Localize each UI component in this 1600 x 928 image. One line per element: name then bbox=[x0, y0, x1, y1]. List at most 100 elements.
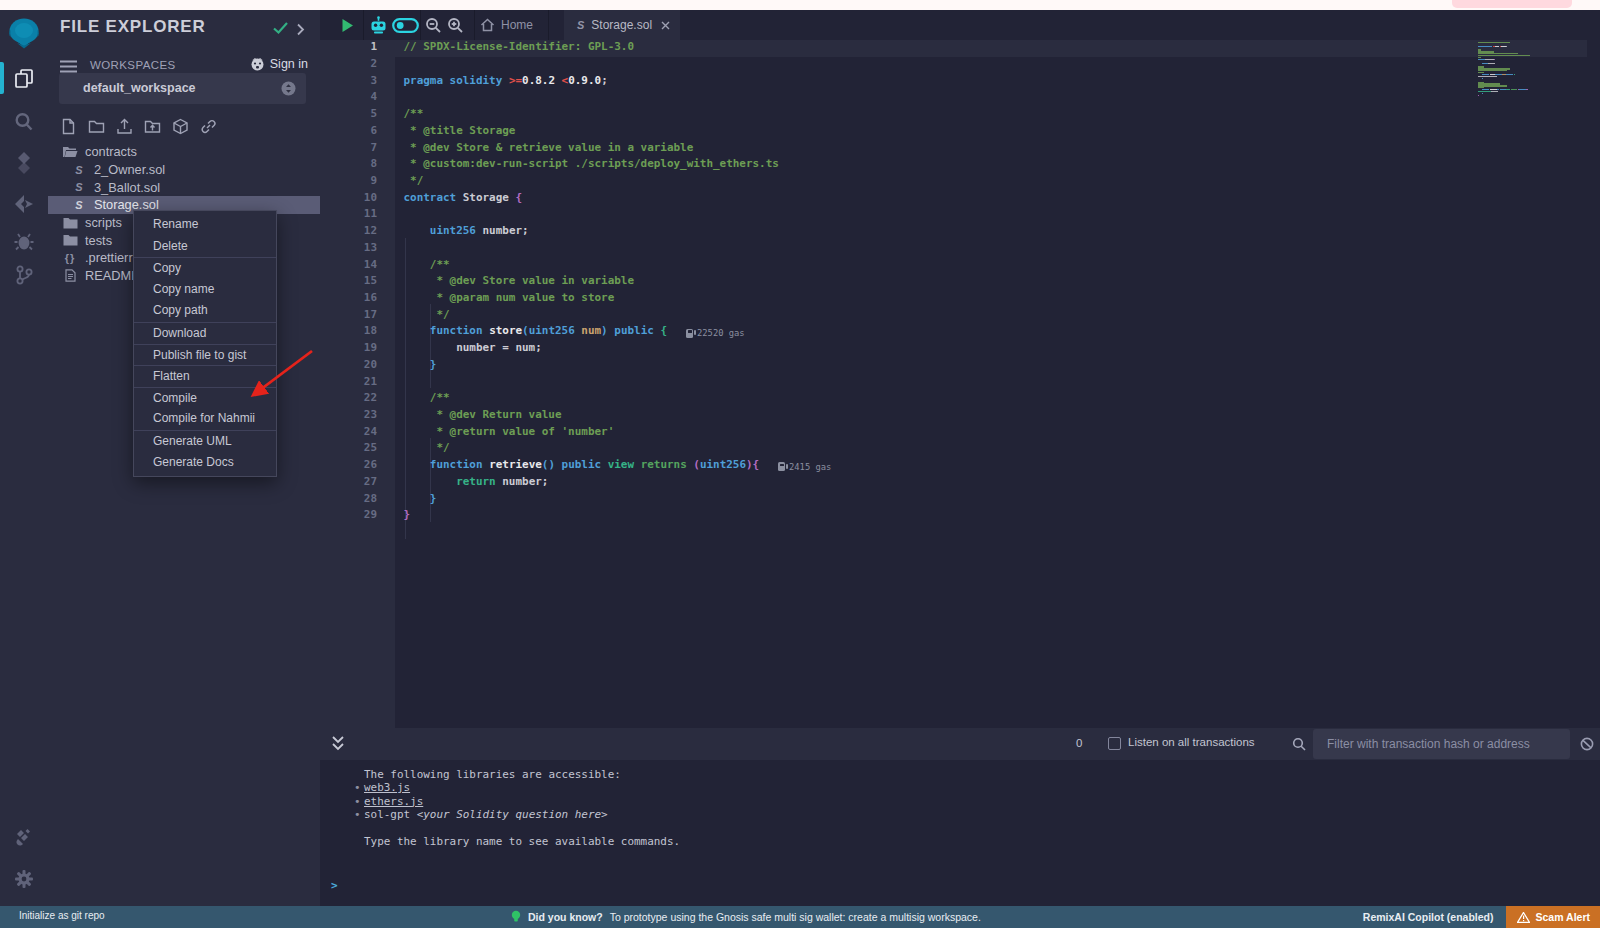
line-number: 2 bbox=[320, 57, 377, 74]
terminal-toolbar: 0 Listen on all transactions bbox=[320, 728, 1600, 760]
run-script-button[interactable] bbox=[341, 18, 354, 37]
code-line-5[interactable]: 5/** bbox=[320, 107, 1600, 124]
editor-minimap[interactable] bbox=[1478, 42, 1542, 97]
menu-item-generate-docs[interactable]: Generate Docs bbox=[134, 452, 276, 474]
tab-home-label: Home bbox=[501, 18, 533, 32]
workspace-selected-value: default_workspace bbox=[83, 81, 196, 95]
new-file-icon[interactable] bbox=[60, 118, 77, 135]
code-editor[interactable]: 1// SPDX-License-Identifier: GPL-3.023pr… bbox=[320, 40, 1600, 728]
tab-close-icon[interactable] bbox=[661, 21, 670, 30]
code-line-27[interactable]: 27 return number; bbox=[320, 475, 1600, 492]
code-line-4[interactable]: 4 bbox=[320, 90, 1600, 107]
browser-top-strip bbox=[0, 0, 1600, 10]
code-line-11[interactable]: 11 bbox=[320, 207, 1600, 224]
code-line-23[interactable]: 23 * @dev Return value bbox=[320, 408, 1600, 425]
link-icon[interactable] bbox=[200, 118, 217, 135]
copilot-toggle[interactable] bbox=[392, 18, 419, 37]
code-line-7[interactable]: 7 * @dev Store & retrieve value in a var… bbox=[320, 141, 1600, 158]
ipfs-box-icon[interactable] bbox=[172, 118, 189, 135]
terminal-line: •sol-gpt <your Solidity question here> bbox=[320, 808, 1600, 821]
code-line-8[interactable]: 8 * @custom:dev-run-script ./scripts/dep… bbox=[320, 157, 1600, 174]
line-number: 9 bbox=[320, 174, 377, 191]
terminal-link-ethers-js[interactable]: ethers.js bbox=[364, 795, 423, 808]
upload-folder-icon[interactable] bbox=[144, 118, 161, 135]
code-line-3[interactable]: 3pragma solidity >=0.8.2 <0.9.0; bbox=[320, 74, 1600, 91]
expand-terminal-icon[interactable] bbox=[330, 735, 346, 757]
zoom-out-icon[interactable] bbox=[425, 17, 442, 38]
listen-checkbox[interactable] bbox=[1108, 737, 1121, 750]
workspaces-label: WORKSPACES bbox=[90, 59, 176, 71]
code-line-13[interactable]: 13 bbox=[320, 241, 1600, 258]
code-line-26[interactable]: 26 function retrieve() public view retur… bbox=[320, 458, 1600, 475]
code-line-9[interactable]: 9 */ bbox=[320, 174, 1600, 191]
code-line-1[interactable]: 1// SPDX-License-Identifier: GPL-3.0 bbox=[320, 40, 1600, 57]
menu-item-delete[interactable]: Delete bbox=[134, 236, 276, 258]
code-line-6[interactable]: 6 * @title Storage bbox=[320, 124, 1600, 141]
code-line-25[interactable]: 25 */ bbox=[320, 441, 1600, 458]
menu-item-copy[interactable]: Copy bbox=[134, 257, 276, 279]
code-line-14[interactable]: 14 /** bbox=[320, 258, 1600, 275]
terminal-link-web3-js[interactable]: web3.js bbox=[364, 781, 410, 794]
debugger-icon[interactable] bbox=[0, 231, 48, 253]
code-line-2[interactable]: 2 bbox=[320, 57, 1600, 74]
status-bar: Initialize as git repo Did you know? To … bbox=[0, 906, 1600, 928]
search-icon[interactable] bbox=[0, 111, 48, 133]
menu-item-generate-uml[interactable]: Generate UML bbox=[134, 430, 276, 452]
git-init-button[interactable]: Initialize as git repo bbox=[19, 910, 105, 921]
workspace-select[interactable]: default_workspace bbox=[59, 73, 306, 104]
code-line-16[interactable]: 16 * @param num value to store bbox=[320, 291, 1600, 308]
tab-home[interactable]: Home bbox=[480, 10, 548, 40]
code-line-22[interactable]: 22 /** bbox=[320, 391, 1600, 408]
code-line-20[interactable]: 20 } bbox=[320, 358, 1600, 375]
plugin-manager-icon[interactable] bbox=[0, 827, 48, 849]
scam-alert-badge[interactable]: Scam Alert bbox=[1506, 906, 1600, 928]
file-explorer-icon[interactable] bbox=[0, 67, 48, 89]
new-folder-icon[interactable] bbox=[88, 118, 105, 135]
tree-item-contracts[interactable]: contracts bbox=[48, 143, 320, 161]
tab-storage-sol[interactable]: S Storage.sol bbox=[564, 10, 680, 40]
copilot-status[interactable]: RemixAI Copilot (enabled) bbox=[1363, 911, 1494, 923]
menu-item-copy-name[interactable]: Copy name bbox=[134, 279, 276, 301]
code-line-15[interactable]: 15 * @dev Store value in variable bbox=[320, 274, 1600, 291]
code-line-17[interactable]: 17 */ bbox=[320, 308, 1600, 325]
remix-logo-icon[interactable] bbox=[0, 15, 48, 53]
terminal-search-icon[interactable] bbox=[1292, 737, 1306, 755]
code-line-19[interactable]: 19 number = num; bbox=[320, 341, 1600, 358]
check-icon bbox=[272, 21, 289, 39]
editor-area: Home S Storage.sol 1// SPDX-License-Iden… bbox=[320, 10, 1600, 728]
code-line-29[interactable]: 29} bbox=[320, 508, 1600, 525]
terminal-output[interactable]: The following libraries are accessible:•… bbox=[320, 760, 1600, 906]
code-line-28[interactable]: 28 } bbox=[320, 492, 1600, 509]
zoom-in-icon[interactable] bbox=[447, 17, 464, 38]
line-number: 27 bbox=[320, 475, 377, 492]
menu-item-copy-path[interactable]: Copy path bbox=[134, 300, 276, 322]
terminal-prompt[interactable]: > bbox=[320, 879, 1600, 892]
remixai-robot-icon[interactable] bbox=[369, 16, 388, 39]
line-number: 8 bbox=[320, 157, 377, 174]
menu-item-compile-for-nahmii[interactable]: Compile for Nahmii bbox=[134, 408, 276, 430]
git-icon[interactable] bbox=[0, 264, 48, 286]
code-line-21[interactable]: 21 bbox=[320, 375, 1600, 392]
tree-item-2-owner-sol[interactable]: S2_Owner.sol bbox=[48, 161, 320, 179]
code-line-10[interactable]: 10contract Storage { bbox=[320, 191, 1600, 208]
solidity-file-icon: S bbox=[577, 19, 584, 31]
editor-tabbar: Home S Storage.sol bbox=[320, 10, 1600, 40]
menu-item-rename[interactable]: Rename bbox=[134, 214, 276, 236]
code-line-18[interactable]: 18 function store(uint256 num) public { bbox=[320, 324, 1600, 341]
line-number: 14 bbox=[320, 258, 377, 275]
settings-icon[interactable] bbox=[0, 868, 48, 890]
transaction-filter-input[interactable] bbox=[1313, 729, 1570, 759]
code-line-12[interactable]: 12 uint256 number; bbox=[320, 224, 1600, 241]
code-line-24[interactable]: 24 * @return value of 'number' bbox=[320, 425, 1600, 442]
chevron-right-icon[interactable] bbox=[296, 22, 305, 40]
tree-item-label: tests bbox=[85, 233, 112, 248]
clear-console-icon[interactable] bbox=[1580, 737, 1594, 755]
line-number: 1 bbox=[320, 40, 377, 57]
deploy-run-icon[interactable] bbox=[0, 193, 48, 215]
upload-file-icon[interactable] bbox=[116, 118, 133, 135]
menu-item-download[interactable]: Download bbox=[134, 322, 276, 344]
panel-title: FILE EXPLORER bbox=[60, 17, 205, 37]
solidity-compiler-icon[interactable] bbox=[0, 151, 48, 175]
sign-in-button[interactable]: Sign in bbox=[250, 57, 308, 71]
tree-item-3-ballot-sol[interactable]: S3_Ballot.sol bbox=[48, 178, 320, 196]
